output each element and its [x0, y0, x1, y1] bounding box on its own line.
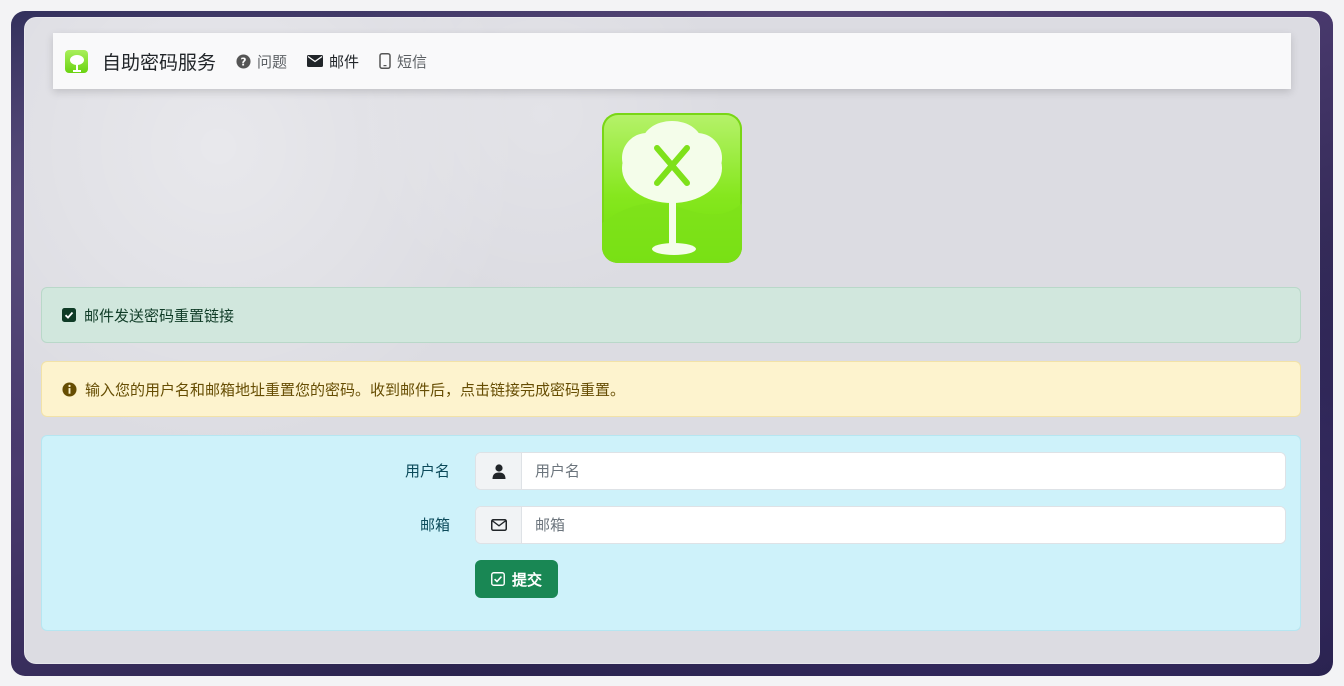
- navbar: 自助密码服务 ? 问题 邮件 短信: [53, 33, 1291, 89]
- nav-item-questions-label: 问题: [257, 52, 288, 71]
- svg-text:?: ?: [241, 56, 247, 68]
- email-input[interactable]: [522, 507, 1285, 543]
- envelope-icon: [307, 55, 324, 67]
- info-alert: 输入您的用户名和邮箱地址重置您的密码。收到邮件后，点击链接完成密码重置。: [41, 361, 1301, 417]
- success-alert: 邮件发送密码重置链接: [41, 287, 1301, 343]
- window-frame: 自助密码服务 ? 问题 邮件 短信 邮件发送密码重置链接 输入您的用户名和邮箱地…: [11, 11, 1333, 676]
- email-row: 邮箱: [42, 506, 1300, 544]
- nav-item-sms[interactable]: 短信: [379, 51, 427, 72]
- nav-item-email[interactable]: 邮件: [307, 51, 359, 72]
- nav-item-questions[interactable]: ? 问题: [236, 51, 287, 72]
- success-alert-text: 邮件发送密码重置链接: [84, 306, 235, 325]
- brand-logo-icon[interactable]: [65, 49, 88, 73]
- check-square-outline-icon: [491, 572, 505, 586]
- info-alert-text: 输入您的用户名和邮箱地址重置您的密码。收到邮件后，点击链接完成密码重置。: [85, 380, 626, 399]
- username-input-group: [475, 452, 1286, 490]
- info-circle-icon: [62, 381, 77, 397]
- mobile-icon: [379, 53, 391, 69]
- reset-form: 用户名 邮箱: [41, 435, 1301, 631]
- check-square-icon: [62, 308, 76, 322]
- email-input-group: [475, 506, 1286, 544]
- app-logo: [602, 113, 742, 263]
- nav-item-email-label: 邮件: [329, 52, 360, 71]
- brand-title[interactable]: 自助密码服务: [102, 48, 216, 75]
- username-label: 用户名: [404, 462, 450, 480]
- envelope-outline-icon: [476, 507, 522, 543]
- page-panel: 自助密码服务 ? 问题 邮件 短信 邮件发送密码重置链接 输入您的用户名和邮箱地…: [24, 17, 1320, 664]
- submit-button-label: 提交: [511, 570, 542, 589]
- nav-item-sms-label: 短信: [397, 52, 428, 71]
- question-circle-icon: ?: [236, 53, 251, 69]
- submit-button[interactable]: 提交: [475, 560, 558, 598]
- username-input[interactable]: [522, 453, 1285, 489]
- email-label: 邮箱: [419, 516, 450, 534]
- user-icon: [476, 453, 522, 489]
- username-row: 用户名: [42, 452, 1300, 490]
